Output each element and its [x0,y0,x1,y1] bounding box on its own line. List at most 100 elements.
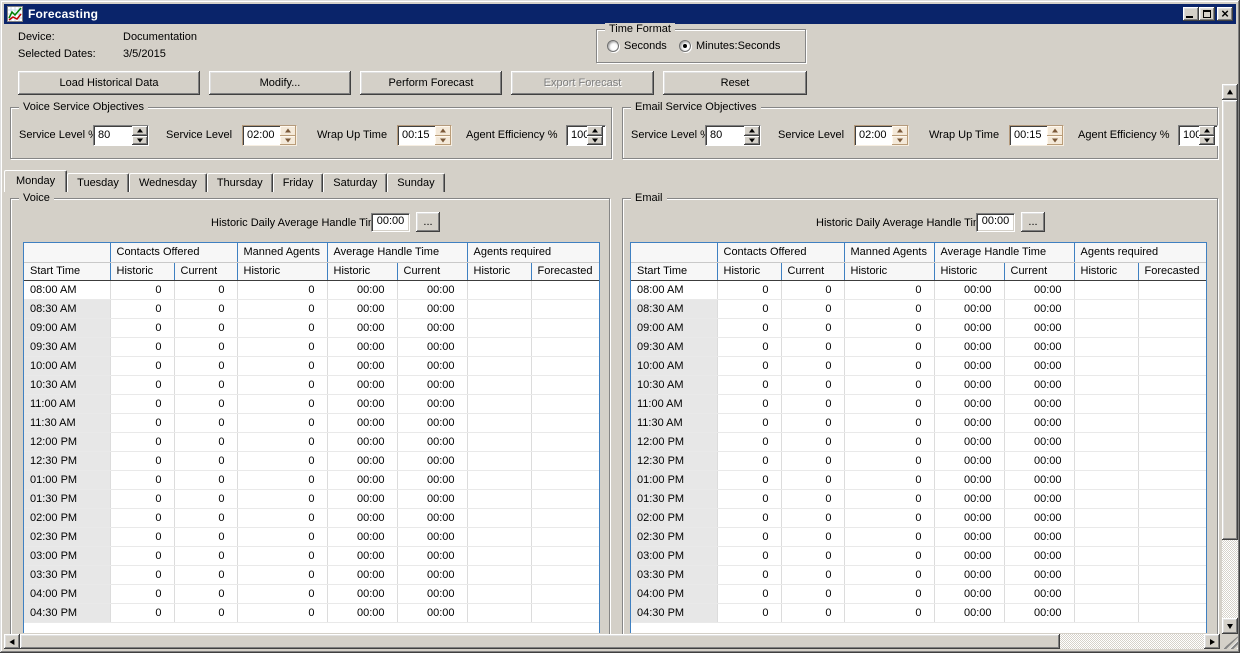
grid-cell[interactable]: 0 [110,565,174,584]
email-agent-efficiency-field[interactable]: 100 [1178,125,1218,146]
grid-cell[interactable]: 00:00 [397,413,467,432]
title-bar[interactable]: Forecasting × [4,4,1236,24]
grid-cell[interactable]: 0 [844,527,934,546]
grid-cell[interactable]: 00:00 [1004,318,1074,337]
spinner-buttons[interactable] [1199,126,1215,145]
grid-cell[interactable]: 0 [237,527,327,546]
grid-cell[interactable]: 0 [717,603,781,622]
grid-cell[interactable] [467,318,531,337]
grid-cell[interactable]: 00:00 [397,584,467,603]
grid-cell[interactable]: 0 [781,432,844,451]
tab-thursday[interactable]: Thursday [207,173,273,192]
grid-cell[interactable] [1074,546,1138,565]
grid-cell[interactable] [531,432,599,451]
grid-cell[interactable]: 0 [174,527,237,546]
grid-cell[interactable] [1074,451,1138,470]
grid-cell[interactable]: 00:00 [934,546,1004,565]
grid-cell[interactable] [1074,413,1138,432]
voice-service-level-pct-field[interactable]: 80 [93,125,149,146]
spin-up-icon[interactable] [1199,126,1215,136]
grid-cell[interactable]: 0 [717,584,781,603]
grid-cell[interactable]: 0 [781,470,844,489]
grid-cell[interactable]: 00:00 [934,299,1004,318]
grid-cell[interactable]: 00:00 [327,375,397,394]
grid-cell[interactable]: 00:00 [934,432,1004,451]
grid-cell[interactable]: 0 [237,432,327,451]
grid-cell[interactable]: 0 [110,356,174,375]
horizontal-scrollbar[interactable] [4,634,1220,649]
grid-cell[interactable]: 00:00 [934,489,1004,508]
grid-cell[interactable] [467,299,531,318]
voice-haht-browse-button[interactable]: ... [416,212,440,232]
grid-cell[interactable] [1074,470,1138,489]
grid-cell[interactable]: 0 [717,489,781,508]
grid-cell[interactable]: 00:00 [397,318,467,337]
grid-cell[interactable]: 00:00 [327,394,397,413]
email-service-level-pct-field[interactable]: 80 [705,125,761,146]
grid-cell[interactable] [1138,432,1206,451]
grid-cell[interactable] [1074,356,1138,375]
email-service-level-field[interactable]: 02:00 [854,125,909,146]
grid-cell[interactable] [1138,280,1206,299]
tab-wednesday[interactable]: Wednesday [129,173,207,192]
voice-service-level-field[interactable]: 02:00 [242,125,297,146]
grid-cell[interactable]: 00:00 [1004,489,1074,508]
grid-cell[interactable] [531,489,599,508]
grid-cell[interactable]: 0 [237,356,327,375]
grid-cell[interactable]: 0 [781,413,844,432]
grid-cell[interactable] [1074,489,1138,508]
grid-cell[interactable]: 0 [174,470,237,489]
grid-cell[interactable]: 0 [781,337,844,356]
grid-cell[interactable]: 0 [717,318,781,337]
grid-cell[interactable] [467,546,531,565]
spin-up-icon[interactable] [892,126,908,136]
grid-cell[interactable] [531,413,599,432]
grid-cell[interactable]: 0 [844,508,934,527]
grid-cell[interactable]: 00:00 [1004,508,1074,527]
grid-cell[interactable]: 00:00 [397,470,467,489]
grid-cell[interactable] [1138,375,1206,394]
grid-cell[interactable] [531,565,599,584]
spin-up-icon[interactable] [587,126,603,136]
grid-cell[interactable]: 00:00 [934,603,1004,622]
grid-cell[interactable]: 00:00 [327,280,397,299]
spinner-buttons[interactable] [132,126,148,145]
grid-cell[interactable] [531,375,599,394]
grid-cell[interactable]: 0 [174,451,237,470]
grid-cell[interactable]: 00:00 [397,565,467,584]
grid-cell[interactable]: 00:00 [327,451,397,470]
grid-cell[interactable]: 0 [717,375,781,394]
grid-cell[interactable]: 0 [781,451,844,470]
grid-cell[interactable]: 0 [844,489,934,508]
grid-cell[interactable]: 0 [110,470,174,489]
spin-down-icon[interactable] [1047,136,1063,146]
grid-cell[interactable]: 00:00 [1004,470,1074,489]
grid-cell[interactable]: 0 [717,432,781,451]
grid-cell[interactable]: 0 [237,375,327,394]
grid-cell[interactable]: 00:00 [327,413,397,432]
grid-cell[interactable]: 0 [844,470,934,489]
grid-cell[interactable]: 0 [781,584,844,603]
grid-cell[interactable] [1138,470,1206,489]
grid-cell[interactable]: 00:00 [327,527,397,546]
grid-cell[interactable]: 0 [717,413,781,432]
grid-cell[interactable]: 0 [844,280,934,299]
grid-cell[interactable] [1138,451,1206,470]
grid-cell[interactable] [1138,546,1206,565]
grid-cell[interactable]: 00:00 [934,375,1004,394]
grid-cell[interactable]: 00:00 [1004,299,1074,318]
spin-up-icon[interactable] [435,126,451,136]
grid-cell[interactable]: 0 [781,565,844,584]
grid-cell[interactable]: 0 [717,394,781,413]
grid-cell[interactable]: 0 [110,413,174,432]
grid-cell[interactable]: 0 [781,375,844,394]
tab-tuesday[interactable]: Tuesday [67,173,129,192]
grid-cell[interactable] [467,565,531,584]
spin-up-icon[interactable] [132,126,148,136]
grid-cell[interactable]: 00:00 [397,508,467,527]
grid-cell[interactable]: 0 [717,280,781,299]
grid-cell[interactable]: 00:00 [397,299,467,318]
grid-cell[interactable]: 00:00 [1004,375,1074,394]
grid-cell[interactable]: 00:00 [327,584,397,603]
spin-up-icon[interactable] [1047,126,1063,136]
